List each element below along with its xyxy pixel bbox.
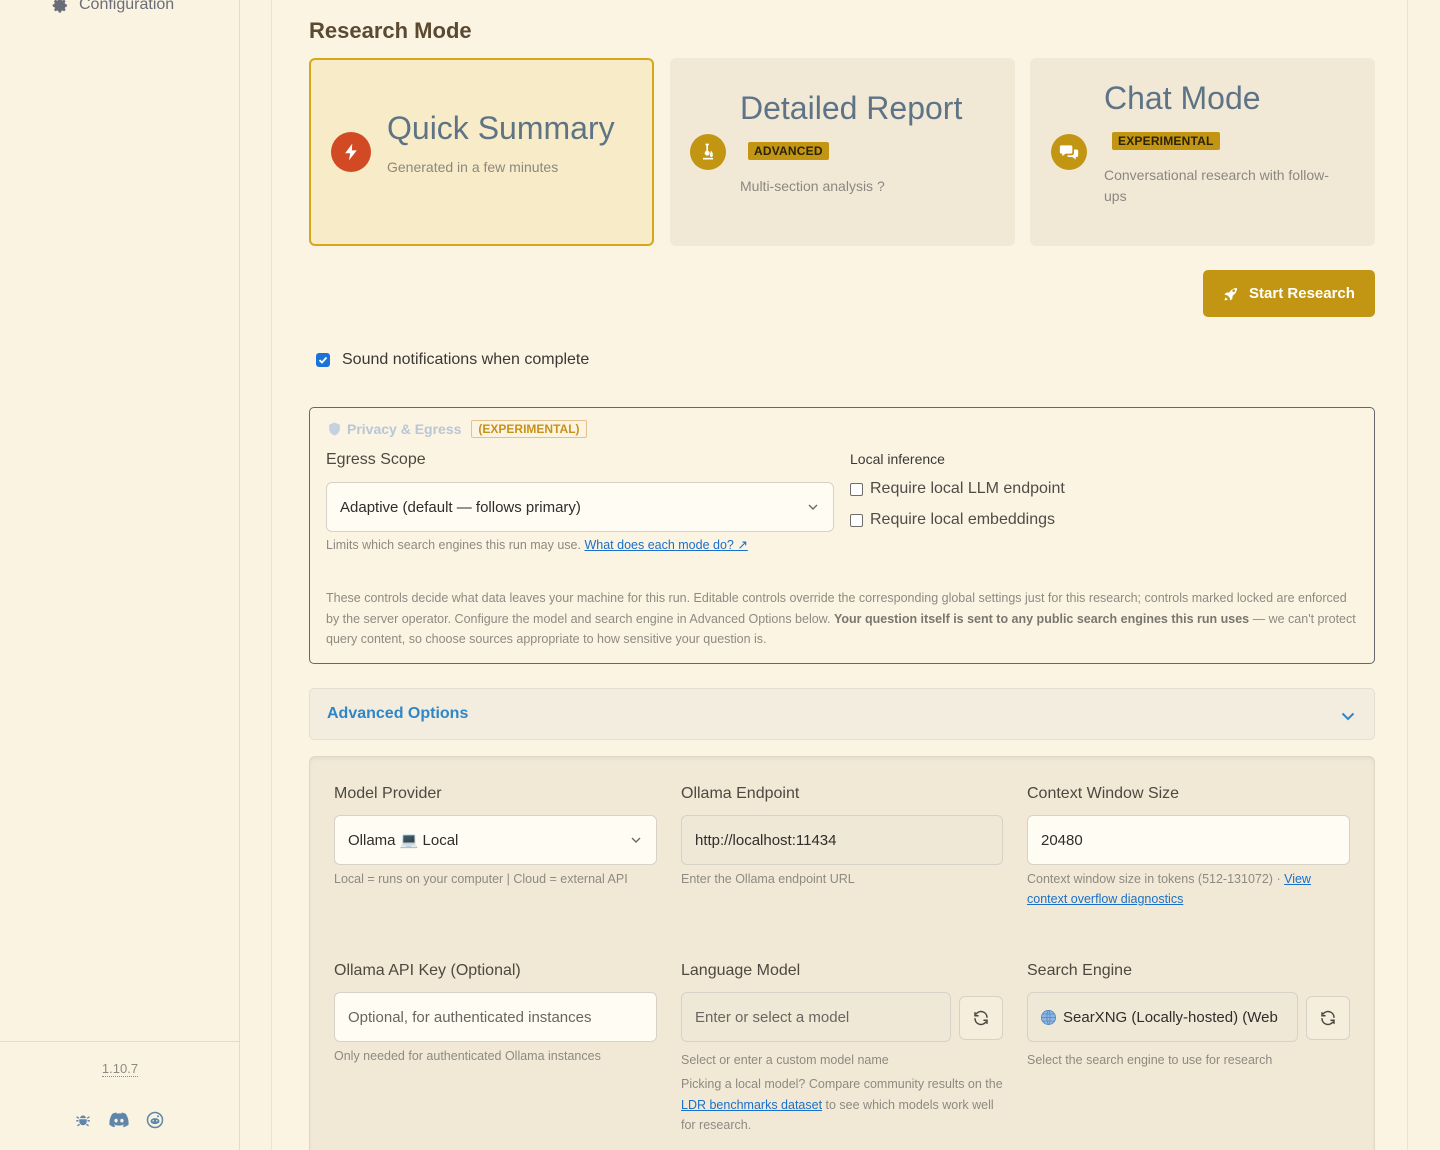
language-model-note: Picking a local model? Compare community…: [681, 1077, 1003, 1132]
advanced-options-toggle[interactable]: Advanced Options: [309, 688, 1375, 740]
mode-title: Chat Mode: [1104, 80, 1261, 116]
language-model-help: Select or enter a custom model name: [681, 1053, 889, 1067]
advanced-options-label: Advanced Options: [327, 705, 469, 722]
sound-notifications-label: Sound notifications when complete: [342, 351, 590, 368]
bug-icon[interactable]: [73, 1110, 93, 1130]
language-model-label: Language Model: [681, 962, 801, 979]
mode-description: Generated in a few minutes: [387, 159, 559, 175]
sidebar-item-configuration[interactable]: Configuration: [52, 0, 174, 14]
mode-card-chat-mode[interactable]: Chat Mode EXPERIMENTAL Conversational re…: [1030, 58, 1375, 246]
model-provider-label: Model Provider: [334, 785, 442, 802]
model-provider-select[interactable]: Ollama 💻 Local: [334, 815, 657, 865]
sidebar-footer: 1.10.7: [0, 1041, 240, 1150]
mode-description: Conversational research with follow-ups: [1104, 167, 1329, 204]
privacy-egress-fieldset: Privacy & Egress (EXPERIMENTAL) Egress S…: [309, 407, 1375, 664]
model-provider-help: Local = runs on your computer | Cloud = …: [334, 872, 628, 886]
shield-icon: [329, 422, 340, 436]
require-local-llm-row[interactable]: Require local LLM endpoint: [850, 480, 1065, 498]
privacy-legend: Privacy & Egress (EXPERIMENTAL): [328, 420, 587, 438]
search-engine-help: Select the search engine to use for rese…: [1027, 1053, 1273, 1067]
mode-card-quick-summary[interactable]: Quick Summary Generated in a few minutes: [309, 58, 654, 246]
local-inference-label: Local inference: [850, 451, 945, 467]
require-local-llm-checkbox[interactable]: [850, 482, 863, 496]
research-mode-title: Research Mode: [309, 18, 472, 43]
api-key-label: Ollama API Key (Optional): [334, 962, 521, 979]
chevron-down-icon: [1341, 712, 1355, 721]
microscope-icon: [690, 134, 726, 170]
reddit-icon[interactable]: [145, 1110, 165, 1130]
require-local-embeddings-row[interactable]: Require local embeddings: [850, 511, 1055, 529]
mode-title: Detailed Report: [740, 90, 963, 126]
require-local-embeddings-checkbox[interactable]: [850, 513, 863, 527]
globe-icon: [1040, 1009, 1057, 1025]
advanced-options-panel: Model Provider Ollama 💻 Local Local = ru…: [309, 756, 1375, 1150]
gear-icon: [52, 0, 67, 13]
language-model-input[interactable]: Enter or select a model: [681, 992, 951, 1042]
rocket-icon: [1224, 287, 1238, 301]
api-key-help: Only needed for authenticated Ollama ins…: [334, 1049, 601, 1063]
require-local-embeddings-label: Require local embeddings: [870, 511, 1055, 528]
api-key-input[interactable]: Optional, for authenticated instances: [334, 992, 657, 1042]
chevron-down-icon: [808, 504, 818, 510]
mode-title: Quick Summary: [387, 110, 615, 146]
mode-description: Multi-section analysis ?: [740, 178, 885, 194]
ldr-benchmarks-link[interactable]: LDR benchmarks dataset: [681, 1098, 822, 1112]
ollama-endpoint-input[interactable]: http://localhost:11434: [681, 815, 1003, 865]
context-window-help: Context window size in tokens (512-13107…: [1027, 872, 1311, 906]
bolt-icon: [331, 132, 371, 172]
require-local-llm-label: Require local LLM endpoint: [870, 480, 1065, 497]
discord-icon[interactable]: [109, 1110, 129, 1130]
refresh-search-engines-button[interactable]: [1306, 996, 1350, 1040]
experimental-tag: (EXPERIMENTAL): [471, 420, 587, 438]
egress-scope-label: Egress Scope: [326, 451, 426, 468]
search-engine-label: Search Engine: [1027, 962, 1132, 979]
egress-mode-help-link[interactable]: What does each mode do? ↗: [584, 538, 747, 552]
chevron-down-icon: [631, 837, 641, 843]
privacy-legend-label: Privacy & Egress: [347, 421, 462, 437]
egress-scope-help: Limits which search engines this run may…: [326, 538, 748, 552]
refresh-icon: [974, 1010, 988, 1026]
experimental-badge: EXPERIMENTAL: [1112, 132, 1220, 150]
sound-notifications-row[interactable]: Sound notifications when complete: [316, 351, 589, 369]
mode-card-detailed-report[interactable]: Detailed Report ADVANCED Multi-section a…: [670, 58, 1015, 246]
search-engine-input[interactable]: SearXNG (Locally-hosted) (Web: [1027, 992, 1298, 1042]
context-window-input[interactable]: 20480: [1027, 815, 1350, 865]
context-window-label: Context Window Size: [1027, 785, 1180, 802]
refresh-icon: [1321, 1010, 1335, 1026]
start-research-button[interactable]: Start Research: [1203, 270, 1375, 317]
sound-notifications-checkbox[interactable]: [316, 353, 330, 367]
version-label: 1.10.7: [101, 1061, 139, 1077]
ollama-endpoint-help: Enter the Ollama endpoint URL: [681, 872, 855, 886]
ollama-endpoint-label: Ollama Endpoint: [681, 785, 800, 802]
egress-scope-select[interactable]: Adaptive (default — follows primary): [326, 482, 834, 532]
sidebar: Configuration 1.10.7: [0, 0, 240, 1150]
privacy-note: These controls decide what data leaves y…: [326, 591, 1356, 646]
chat-icon: [1051, 134, 1087, 170]
refresh-models-button[interactable]: [959, 996, 1003, 1040]
sidebar-item-label: Configuration: [79, 0, 175, 13]
start-research-label: Start Research: [1249, 285, 1355, 302]
footer-links: [73, 1110, 165, 1130]
advanced-badge: ADVANCED: [748, 142, 829, 160]
